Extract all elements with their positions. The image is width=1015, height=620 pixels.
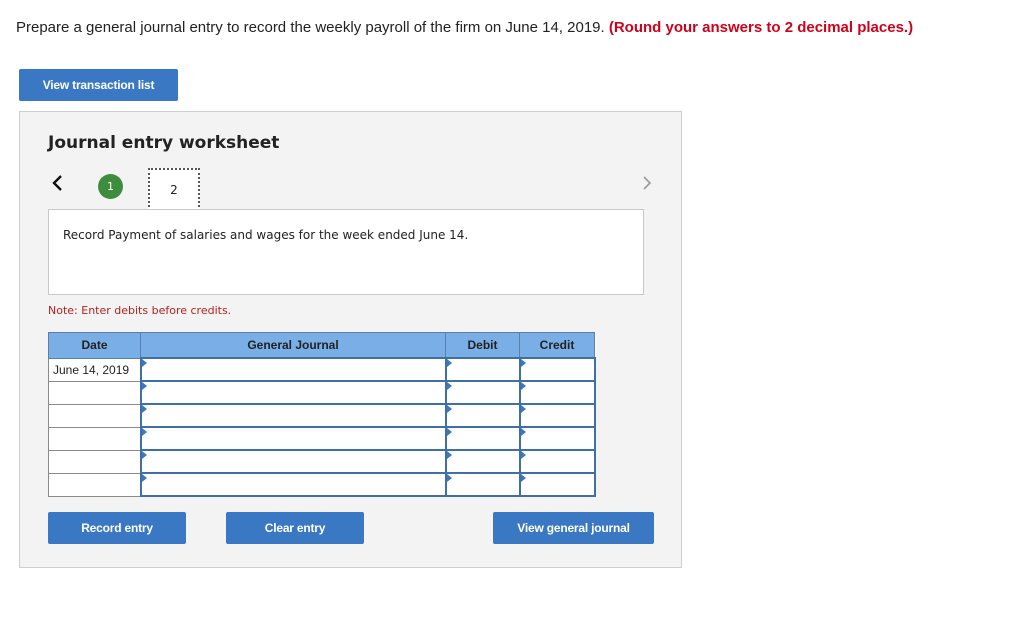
debit-credit-note: Note: Enter debits before credits. (48, 304, 232, 317)
header-credit: Credit (519, 332, 595, 359)
header-debit: Debit (445, 332, 520, 359)
table-row (48, 449, 596, 474)
date-cell: June 14, 2019 (48, 357, 141, 382)
credit-input[interactable] (518, 472, 596, 497)
debit-input[interactable] (444, 403, 521, 428)
table-row (48, 403, 596, 428)
view-transaction-list-button[interactable]: View transaction list (19, 69, 178, 101)
date-cell (48, 426, 141, 451)
table-header-row: Date General Journal Debit Credit (48, 332, 595, 359)
account-input[interactable] (139, 426, 447, 451)
credit-input[interactable] (518, 426, 596, 451)
date-cell (48, 380, 141, 405)
header-general-journal: General Journal (140, 332, 446, 359)
account-input[interactable] (139, 380, 447, 405)
date-cell (48, 449, 141, 474)
account-input[interactable] (139, 449, 447, 474)
debit-input[interactable] (444, 449, 521, 474)
journal-table: Date General Journal Debit Credit June 1… (48, 332, 596, 497)
step-2-tab[interactable]: 2 (148, 168, 200, 211)
credit-input[interactable] (518, 449, 596, 474)
journal-entry-worksheet: Journal entry worksheet 1 2 Record Payme… (19, 111, 682, 568)
previous-step-icon[interactable] (48, 171, 68, 195)
next-step-icon[interactable] (637, 171, 657, 195)
credit-input[interactable] (518, 357, 596, 382)
worksheet-title: Journal entry worksheet (48, 133, 280, 153)
credit-input[interactable] (518, 380, 596, 405)
clear-entry-button[interactable]: Clear entry (226, 512, 364, 544)
debit-input[interactable] (444, 472, 521, 497)
credit-input[interactable] (518, 403, 596, 428)
view-general-journal-button[interactable]: View general journal (493, 512, 654, 544)
question-prompt: Prepare a general journal entry to recor… (16, 19, 605, 36)
date-cell (48, 403, 141, 428)
account-input[interactable] (139, 472, 447, 497)
transaction-description: Record Payment of salaries and wages for… (48, 209, 644, 295)
header-date: Date (48, 332, 141, 359)
debit-input[interactable] (444, 426, 521, 451)
date-cell (48, 472, 141, 497)
table-row: June 14, 2019 (48, 357, 596, 382)
table-row (48, 472, 596, 497)
table-row (48, 426, 596, 451)
debit-input[interactable] (444, 380, 521, 405)
description-text: Record Payment of salaries and wages for… (63, 228, 469, 242)
question-text: Prepare a general journal entry to recor… (16, 18, 1006, 38)
step-1-badge[interactable]: 1 (98, 174, 123, 199)
debit-input[interactable] (444, 357, 521, 382)
account-input[interactable] (139, 357, 447, 382)
table-row (48, 380, 596, 405)
record-entry-button[interactable]: Record entry (48, 512, 186, 544)
rounding-hint: (Round your answers to 2 decimal places.… (608, 19, 914, 36)
account-input[interactable] (139, 403, 447, 428)
